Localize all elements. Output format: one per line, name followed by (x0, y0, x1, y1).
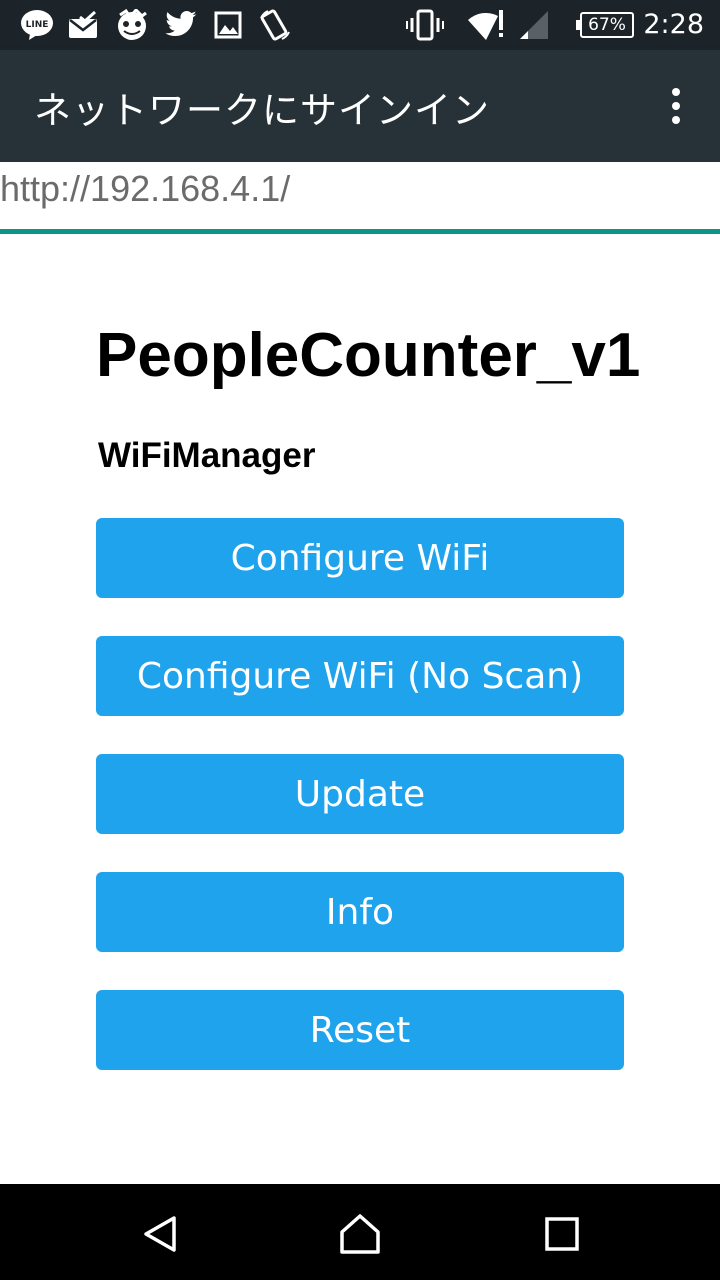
signal-icon (518, 8, 552, 42)
app-bar-title: ネットワークにサインイン (34, 89, 490, 132)
configure-wifi-no-scan-button[interactable]: Configure WiFi (No Scan) (96, 636, 624, 716)
home-icon[interactable] (338, 1212, 382, 1256)
url-text: http://192.168.4.1/ (0, 168, 291, 209)
line-icon: LINE (20, 8, 54, 42)
progress-line (0, 229, 720, 234)
clock: 2:28 (643, 9, 704, 40)
navigation-bar (0, 1184, 720, 1280)
info-button[interactable]: Info (96, 872, 624, 952)
recents-icon[interactable] (540, 1212, 584, 1256)
update-button[interactable]: Update (96, 754, 624, 834)
twitter-icon (164, 8, 198, 42)
mail-check-icon (68, 8, 100, 42)
url-bar: http://192.168.4.1/ (0, 162, 720, 230)
configure-wifi-button[interactable]: Configure WiFi (96, 518, 624, 598)
page-content: PeopleCounter_v1 WiFiManager Configure W… (96, 320, 641, 1070)
game-icon (114, 8, 150, 42)
app-bar: ネットワークにサインイン (0, 50, 720, 162)
svg-text:LINE: LINE (26, 20, 49, 30)
rotate-icon (258, 8, 292, 42)
back-icon[interactable] (138, 1212, 182, 1256)
more-vertical-icon[interactable] (656, 86, 696, 126)
vibrate-icon (406, 8, 444, 42)
reset-button[interactable]: Reset (96, 990, 624, 1070)
status-bar: LINE 67% 2:28 (0, 0, 720, 50)
wifi-icon (466, 8, 506, 42)
battery-icon: 67% (576, 12, 634, 38)
page-title: PeopleCounter_v1 (96, 321, 641, 390)
page-subtitle: WiFiManager (98, 436, 316, 475)
image-icon (214, 8, 242, 42)
